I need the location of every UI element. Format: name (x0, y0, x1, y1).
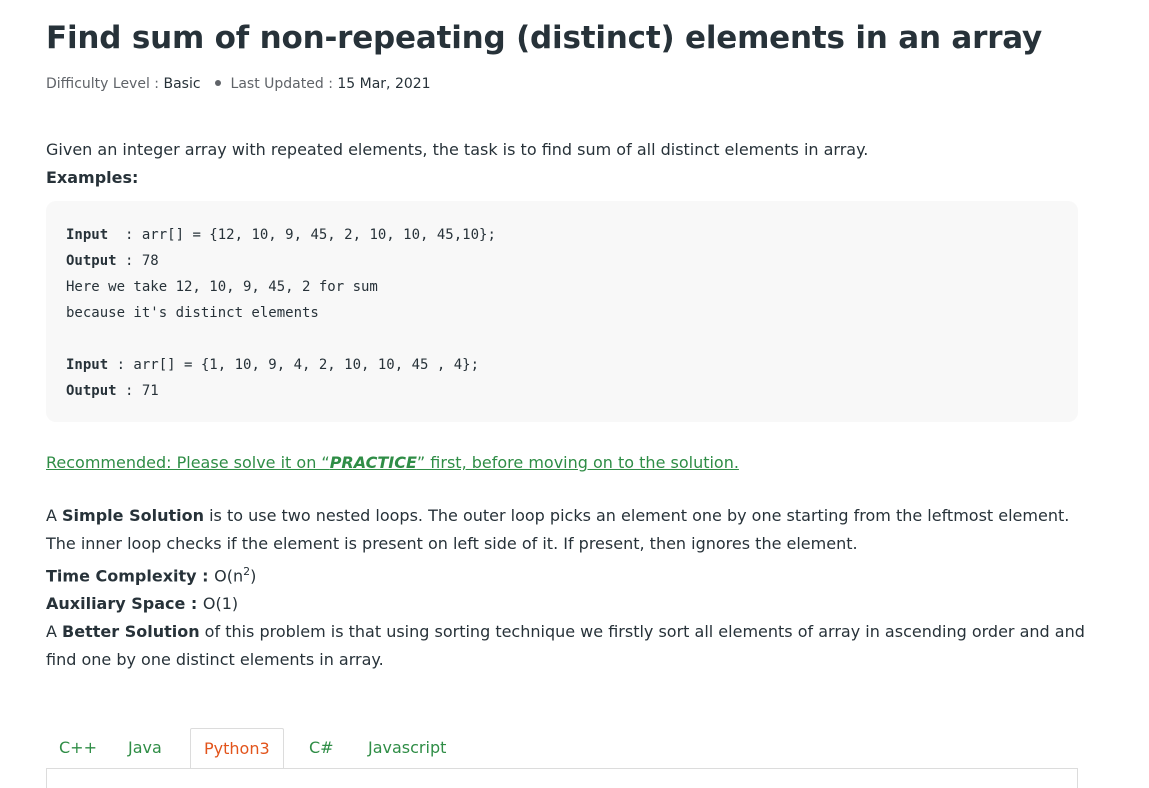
tab-python3[interactable]: Python3 (190, 728, 284, 769)
example-code-block: Input : arr[] = {12, 10, 9, 45, 2, 10, 1… (46, 201, 1078, 422)
code-line: Here we take 12, 10, 9, 45, 2 for sum (66, 279, 378, 295)
language-tabs: C++ Java Python3 C# Javascript (46, 728, 1078, 770)
tab-cpp[interactable]: C++ (46, 728, 110, 769)
intro-text: Given an integer array with repeated ele… (46, 140, 869, 159)
code-line: Input : arr[] = {12, 10, 9, 45, 2, 10, 1… (66, 227, 496, 243)
examples-label: Examples: (46, 168, 139, 187)
code-line: Output : 78 (66, 253, 159, 269)
better-solution-paragraph: A Better Solution of this problem is tha… (46, 622, 1085, 670)
article-title: Find sum of non-repeating (distinct) ele… (46, 20, 1043, 56)
code-panel (46, 768, 1078, 788)
time-complexity: Time Complexity : O(n2) (46, 565, 257, 586)
updated-label: Last Updated : (230, 76, 338, 92)
simple-solution-paragraph: A Simple Solution is to use two nested l… (46, 506, 1070, 553)
article-meta: Difficulty Level : Basic Last Updated : 1… (46, 76, 431, 92)
article-page: Find sum of non-repeating (distinct) ele… (0, 0, 1149, 788)
updated-value: 15 Mar, 2021 (337, 76, 431, 92)
solution-text: A Simple Solution is to use two nested l… (46, 502, 1086, 674)
tab-javascript[interactable]: Javascript (355, 728, 459, 769)
tab-csharp[interactable]: C# (296, 728, 347, 769)
code-line: Output : 71 (66, 383, 159, 399)
code-line: because it's distinct elements (66, 305, 319, 321)
separator-dot (214, 80, 221, 86)
tab-java[interactable]: Java (115, 728, 175, 769)
difficulty-value[interactable]: Basic (163, 76, 200, 92)
difficulty-label: Difficulty Level : (46, 76, 164, 92)
practice-recommendation-link[interactable]: Recommended: Please solve it on “PRACTIC… (46, 450, 739, 476)
auxiliary-space: Auxiliary Space : O(1) (46, 594, 239, 614)
code-line: Input : arr[] = {1, 10, 9, 4, 2, 10, 10,… (66, 357, 480, 373)
